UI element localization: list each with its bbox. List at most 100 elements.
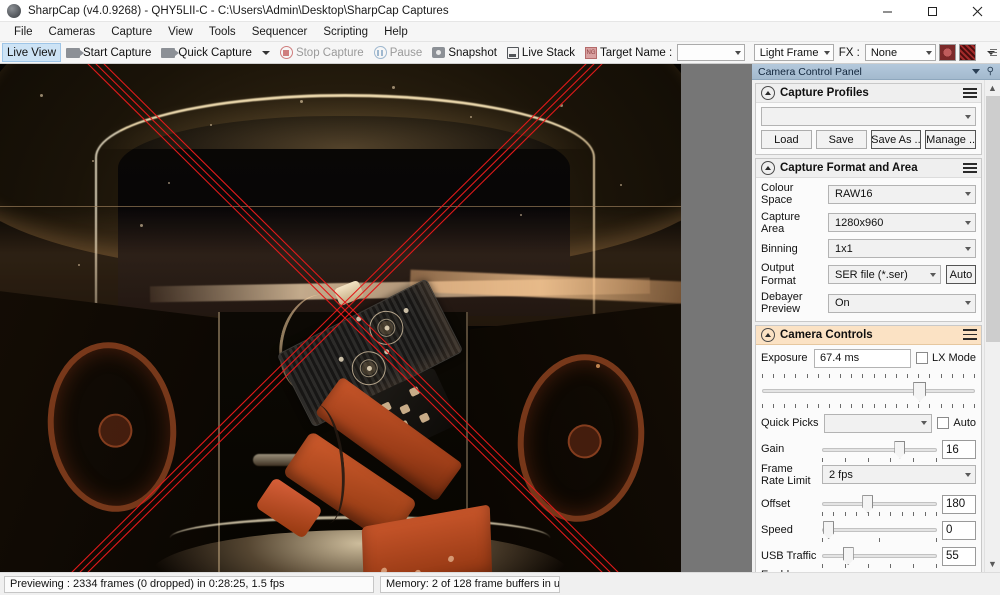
gain-value: 16 xyxy=(946,443,959,456)
slider-track xyxy=(762,388,975,393)
gain-slider[interactable] xyxy=(822,437,937,463)
pause-circle-icon xyxy=(373,46,387,59)
scrollbar-thumb[interactable] xyxy=(985,96,1000,342)
chevron-down-icon[interactable] xyxy=(971,69,980,74)
speed-slider[interactable] xyxy=(822,517,937,543)
slider-thumb[interactable] xyxy=(862,495,874,514)
pause-button[interactable]: Pause xyxy=(369,43,428,62)
chevron-down-icon xyxy=(965,114,971,119)
menu-item-file[interactable]: File xyxy=(6,24,41,40)
speed-value-input[interactable]: 0 xyxy=(942,520,976,540)
frame-type-select[interactable]: Light Frames xyxy=(753,44,834,61)
quick-picks-select[interactable] xyxy=(824,413,933,433)
maximize-icon[interactable] xyxy=(910,0,955,22)
status-memory: Memory: 2 of 128 frame buffers in use xyxy=(380,575,560,593)
checkbox-box xyxy=(937,417,950,429)
save-as-profile-button[interactable]: Save As .. xyxy=(870,130,922,149)
stop-capture-button[interactable]: Stop Capture xyxy=(275,43,369,62)
gain-value-input[interactable]: 16 xyxy=(942,440,976,459)
scroll-down-icon[interactable]: ▼ xyxy=(985,556,1000,572)
reticle-overlay-icon[interactable] xyxy=(939,44,957,61)
menu-item-view[interactable]: View xyxy=(160,24,201,40)
debayer-preview-select[interactable]: On xyxy=(828,293,976,313)
collapse-icon[interactable] xyxy=(761,327,775,342)
window-title: SharpCap (v4.0.9268) - QHY5LII-C - C:\Us… xyxy=(28,4,449,17)
histogram-overlay-icon[interactable] xyxy=(959,44,977,61)
colour-space-select[interactable]: RAW16 xyxy=(828,184,976,204)
fx-label-group: FX : xyxy=(834,43,865,62)
slider-thumb[interactable] xyxy=(894,440,906,459)
fx-select[interactable]: None xyxy=(864,44,936,61)
toolbar-overflow-icon[interactable] xyxy=(989,45,998,59)
image-viewer[interactable] xyxy=(0,64,752,572)
live-stack-button[interactable]: Live Stack xyxy=(502,43,580,62)
save-profile-button[interactable]: Save xyxy=(815,130,867,149)
frame-rate-limit-select[interactable]: 2 fps xyxy=(822,465,976,485)
exposure-slider[interactable] xyxy=(762,372,975,410)
panel-scrollbar[interactable]: ▲ ▼ xyxy=(984,80,1000,572)
menu-bar: File Cameras Capture View Tools Sequence… xyxy=(0,22,1000,42)
scrollbar-trough[interactable] xyxy=(984,96,1000,556)
menu-item-tools[interactable]: Tools xyxy=(201,24,244,40)
live-view-button[interactable]: Live View xyxy=(2,43,62,62)
menu-item-scripting[interactable]: Scripting xyxy=(315,24,376,40)
usb-traffic-value-input[interactable]: 55 xyxy=(942,546,976,566)
frame-rate-limit-value: 2 fps xyxy=(829,468,853,481)
slider-track xyxy=(822,502,937,507)
main-toolbar: Live View Start Capture Quick Capture St… xyxy=(0,42,1000,64)
minimize-icon[interactable] xyxy=(865,0,910,22)
scroll-up-icon[interactable]: ▲ xyxy=(985,80,1000,96)
slider-thumb[interactable] xyxy=(842,547,854,566)
pin-icon[interactable]: ⚲ xyxy=(987,66,994,77)
output-format-auto-button[interactable]: Auto xyxy=(946,265,976,285)
menu-item-cameras[interactable]: Cameras xyxy=(41,24,104,40)
slider-thumb[interactable] xyxy=(913,381,927,402)
live-stack-icon xyxy=(506,46,519,59)
capture-profile-select[interactable] xyxy=(761,107,976,126)
chevron-down-icon xyxy=(965,192,971,197)
target-name-label: Target Name : xyxy=(599,46,673,59)
menu-item-sequencer[interactable]: Sequencer xyxy=(244,24,316,40)
collapse-icon[interactable] xyxy=(761,86,775,100)
group-capture-profiles: Capture Profiles Load Save Save As .. Ma… xyxy=(755,83,982,155)
quick-capture-dropdown[interactable] xyxy=(257,43,275,62)
close-icon[interactable] xyxy=(955,0,1000,22)
colour-space-value: RAW16 xyxy=(835,188,873,201)
menu-item-capture[interactable]: Capture xyxy=(103,24,160,40)
output-format-select[interactable]: SER file (*.ser) xyxy=(828,265,941,285)
offset-value-input[interactable]: 180 xyxy=(942,494,976,514)
group-title: Capture Profiles xyxy=(780,87,869,99)
usb-traffic-slider[interactable] xyxy=(822,543,937,569)
binning-select[interactable]: 1x1 xyxy=(828,239,976,259)
hamburger-menu-icon[interactable] xyxy=(963,87,977,99)
lx-mode-checkbox[interactable]: LX Mode xyxy=(915,352,976,364)
exposure-value: 67.4 ms xyxy=(820,352,860,364)
exposure-auto-checkbox[interactable]: Auto xyxy=(937,417,976,429)
slider-thumb[interactable] xyxy=(823,521,835,540)
load-profile-button[interactable]: Load xyxy=(761,130,812,149)
menu-item-help[interactable]: Help xyxy=(376,24,416,40)
collapse-icon[interactable] xyxy=(761,161,775,175)
start-capture-label: Start Capture xyxy=(83,46,152,59)
quick-picks-label: Quick Picks xyxy=(761,416,819,429)
quick-capture-button[interactable]: Quick Capture xyxy=(156,43,257,62)
pause-label: Pause xyxy=(389,46,423,59)
offset-slider[interactable] xyxy=(822,491,937,517)
output-format-value: SER file (*.ser) xyxy=(835,268,908,281)
group-header-capture-format[interactable]: Capture Format and Area xyxy=(756,159,981,178)
camera-control-panel: Camera Control Panel ⚲ Capture Profiles xyxy=(752,64,1000,572)
hamburger-menu-icon[interactable] xyxy=(963,162,977,174)
chevron-down-icon xyxy=(921,421,928,425)
snapshot-button[interactable]: Snapshot xyxy=(427,43,502,62)
start-capture-button[interactable]: Start Capture xyxy=(61,43,156,62)
hamburger-menu-icon[interactable] xyxy=(963,329,977,340)
exposure-input[interactable]: 67.4 ms xyxy=(814,348,911,368)
manage-profiles-button[interactable]: Manage .. xyxy=(925,130,976,149)
workspace: Camera Control Panel ⚲ Capture Profiles xyxy=(0,64,1000,572)
group-header-camera-controls[interactable]: Camera Controls xyxy=(756,325,981,345)
live-view-canvas[interactable] xyxy=(0,64,681,572)
group-header-capture-profiles[interactable]: Capture Profiles xyxy=(756,84,981,103)
target-name-input[interactable] xyxy=(677,44,745,61)
snapshot-icon xyxy=(432,47,446,58)
capture-area-select[interactable]: 1280x960 xyxy=(828,213,976,233)
